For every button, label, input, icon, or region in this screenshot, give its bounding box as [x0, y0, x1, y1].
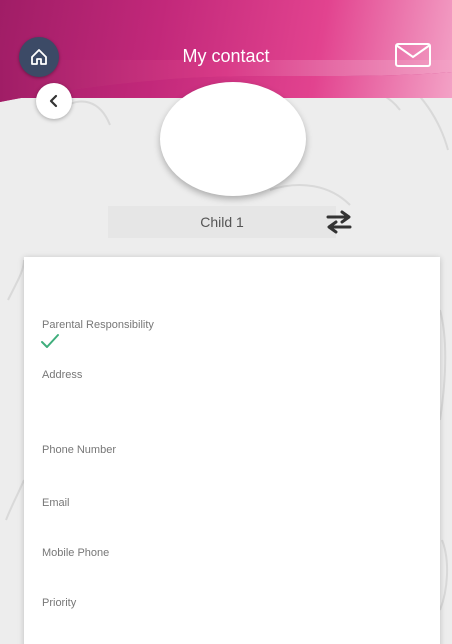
- swap-arrows-icon[interactable]: [322, 209, 356, 235]
- page-title: My contact: [182, 46, 270, 66]
- parental-responsibility-label: Parental Responsibility: [42, 319, 154, 331]
- chevron-left-icon: [49, 94, 58, 108]
- phone-number-label: Phone Number: [42, 444, 116, 456]
- my-contact-screen: My contact Child 1 Parental Responsibili…: [0, 0, 452, 644]
- email-label: Email: [42, 497, 70, 509]
- priority-label: Priority: [42, 597, 77, 609]
- child-name-bar: Child 1: [108, 206, 336, 238]
- mail-icon[interactable]: [394, 42, 432, 68]
- checkmark-icon: [41, 334, 59, 348]
- contact-details-card: Parental Responsibility Address Phone Nu…: [24, 257, 440, 644]
- child-name: Child 1: [200, 214, 244, 230]
- address-label: Address: [42, 369, 83, 381]
- avatar[interactable]: [160, 82, 306, 196]
- back-button[interactable]: [36, 83, 72, 119]
- mobile-phone-label: Mobile Phone: [42, 547, 110, 559]
